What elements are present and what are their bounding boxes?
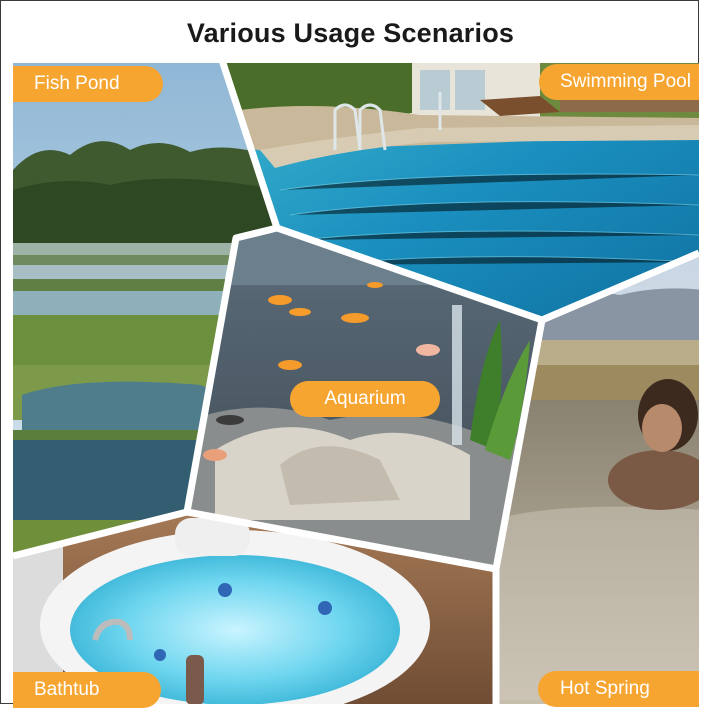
fish-pond-label: Fish Pond — [13, 66, 163, 102]
hot-spring-label: Hot Spring — [538, 671, 699, 707]
bathtub-label: Bathtub — [13, 672, 161, 708]
swimming-pool-label: Swimming Pool — [539, 64, 699, 100]
aquarium-label: Aquarium — [290, 381, 440, 417]
usage-collage — [12, 58, 701, 704]
